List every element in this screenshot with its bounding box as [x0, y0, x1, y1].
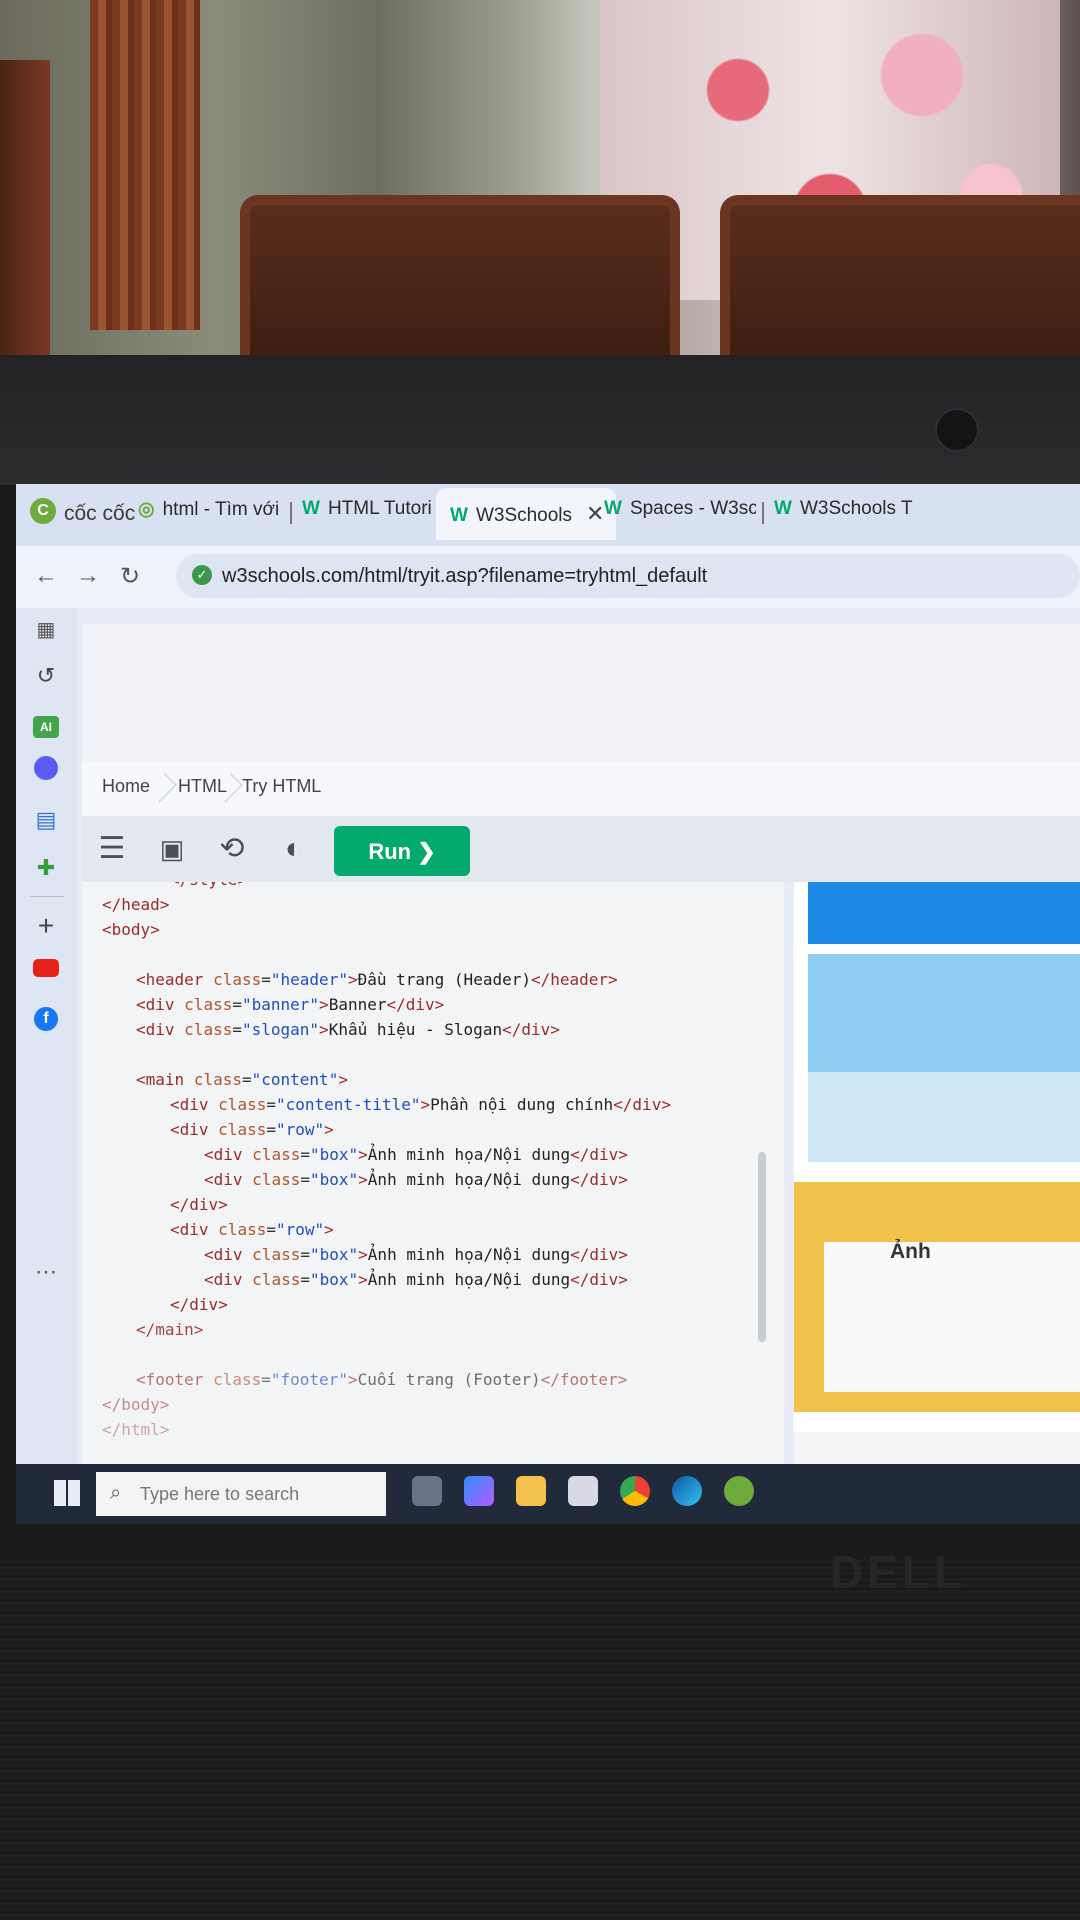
copilot-icon[interactable] — [464, 1476, 494, 1506]
search-icon: ⌕ — [110, 1482, 122, 1504]
chevron-right-icon — [147, 773, 177, 803]
ai-icon[interactable]: AI — [30, 708, 62, 740]
preview-header — [808, 882, 1080, 944]
add-icon[interactable]: + — [30, 910, 62, 942]
code-line[interactable]: <div class="box">Ảnh minh họa/Nội dung</… — [204, 1245, 628, 1264]
reload-icon[interactable]: ↻ — [120, 562, 140, 591]
chrome-icon[interactable] — [620, 1476, 650, 1506]
editor-toolbar: ☰ ▣ ⟲ ◐ Run ❯ — [82, 816, 1080, 882]
code-line[interactable]: </div> — [170, 1195, 228, 1214]
url-text[interactable]: w3schools.com/html/tryit.asp?filename=tr… — [222, 565, 707, 588]
tab-bar: C cốc cốc ◎html - Tìm với Cốc WHTML Tuto… — [16, 484, 1080, 546]
taskbar-search[interactable]: ⌕ Type here to search — [96, 1472, 386, 1516]
w3schools-page: Home HTML Try HTML ☰ ▣ ⟲ ◐ Run ❯ </style… — [78, 608, 1080, 1524]
w3schools-icon: W — [774, 498, 792, 519]
address-bar[interactable]: ✓ w3schools.com/html/tryit.asp?filename=… — [176, 554, 1080, 598]
code-line[interactable]: <body> — [102, 920, 160, 939]
task-view-icon[interactable] — [412, 1476, 442, 1506]
code-line[interactable]: <div class="row"> — [170, 1120, 334, 1139]
run-button[interactable]: Run ❯ — [334, 826, 470, 876]
code-line[interactable]: </body> — [102, 1395, 169, 1414]
laptop-bezel — [0, 355, 1080, 485]
tab-w3schools-t[interactable]: W W3Schools T — [774, 498, 1080, 530]
background-curtain — [0, 60, 50, 360]
laptop-keyboard — [0, 1560, 1080, 1920]
preview-box-text: Ảnh — [890, 1240, 931, 1263]
breadcrumb-home[interactable]: Home — [102, 776, 150, 797]
file-explorer-icon[interactable] — [516, 1476, 546, 1506]
code-line[interactable]: <div class="box">Ảnh minh họa/Nội dung</… — [204, 1145, 628, 1164]
code-line[interactable]: <div class="banner">Banner</div> — [136, 995, 444, 1014]
code-line[interactable]: <div class="row"> — [170, 1220, 334, 1239]
sidebar-divider — [30, 896, 64, 897]
code-line[interactable]: <main class="content"> — [136, 1070, 348, 1089]
w3schools-icon: W — [450, 505, 468, 526]
forward-arrow-icon[interactable]: → — [76, 562, 100, 590]
more-icon[interactable]: ⋯ — [30, 1256, 62, 1288]
store-icon[interactable] — [568, 1476, 598, 1506]
background-chair — [240, 195, 680, 375]
taskbar-search-placeholder: Type here to search — [140, 1484, 300, 1504]
preview-box — [824, 1242, 1080, 1392]
back-arrow-icon[interactable]: ← — [34, 562, 58, 590]
history-icon[interactable]: ↺ — [30, 660, 62, 692]
facebook-icon[interactable]: f — [30, 1000, 62, 1032]
coccoc-icon[interactable] — [724, 1476, 754, 1506]
breadcrumb: Home HTML Try HTML — [82, 762, 1080, 816]
theme-icon[interactable]: ◐ — [274, 830, 314, 868]
ad-area — [82, 624, 1080, 762]
code-line[interactable]: <div class="slogan">Khẩu hiệu - Slogan</… — [136, 1020, 560, 1039]
breadcrumb-try-html: Try HTML — [242, 776, 322, 796]
tab-spaces[interactable]: WSpaces - W3schools — [604, 498, 756, 530]
coccoc-logo-icon[interactable]: C — [30, 498, 56, 524]
tab-search[interactable]: ◎html - Tìm với Cốc — [138, 498, 278, 530]
preview-banner — [808, 954, 1080, 1072]
tab-separator — [762, 502, 764, 524]
save-icon[interactable]: ▣ — [152, 830, 192, 868]
browser-toolbar: ← → ↻ ✓ w3schools.com/html/tryit.asp?fil… — [16, 546, 1080, 608]
messenger-icon[interactable] — [30, 756, 62, 788]
w3schools-icon: W — [302, 498, 320, 519]
webcam — [935, 408, 979, 452]
rotate-icon[interactable]: ⟲ — [212, 830, 252, 868]
background-curtain — [90, 0, 200, 330]
code-line[interactable]: <div class="box">Ảnh minh họa/Nội dung</… — [204, 1170, 628, 1189]
apps-icon[interactable]: ▦ — [30, 614, 62, 646]
close-icon[interactable]: ✕ — [586, 501, 604, 526]
taskbar: ⌕ Type here to search — [16, 1464, 1080, 1524]
tab-html-tutorial[interactable]: WHTML Tutorial — [302, 498, 432, 530]
editor-scrollbar[interactable] — [758, 1152, 766, 1342]
code-line[interactable]: </div> — [170, 1295, 228, 1314]
browser-sidebar: ▦ ↺ AI ▤ ✚ + f ⋯ — [16, 608, 78, 1524]
result-preview: Ảnh — [794, 882, 1080, 1524]
code-line[interactable]: </style> — [170, 882, 247, 889]
preview-main: Ảnh — [794, 1182, 1080, 1412]
code-line[interactable]: <header class="header">Đầu trang (Header… — [136, 970, 618, 989]
menu-icon[interactable]: ☰ — [92, 830, 132, 868]
search-icon: ◎ — [138, 499, 155, 520]
screen: C cốc cốc ◎html - Tìm với Cốc WHTML Tuto… — [16, 484, 1080, 1524]
code-line[interactable]: <footer class="footer">Cuối trang (Foote… — [136, 1370, 627, 1389]
code-line[interactable]: </html> — [102, 1420, 169, 1439]
windows-start-icon[interactable] — [54, 1480, 80, 1506]
secure-check-icon: ✓ — [192, 565, 212, 585]
code-line[interactable]: </main> — [136, 1320, 203, 1339]
tab-w3schools-active[interactable]: W W3Schools ✕ — [436, 488, 616, 540]
code-line[interactable]: <div class="content-title">Phần nội dung… — [170, 1095, 671, 1114]
code-editor[interactable]: </style></head> <body> <header class="head… — [82, 882, 784, 1524]
device-brand: DELL — [830, 1546, 967, 1598]
youtube-icon[interactable] — [30, 954, 62, 986]
game-icon[interactable]: ✚ — [30, 852, 62, 884]
code-line[interactable]: <div class="box">Ảnh minh họa/Nội dung</… — [204, 1270, 628, 1289]
edge-icon[interactable] — [672, 1476, 702, 1506]
code-line[interactable]: </head> — [102, 895, 169, 914]
background-chair — [720, 195, 1080, 375]
tab-separator — [290, 502, 292, 524]
preview-slogan — [808, 1072, 1080, 1162]
w3schools-icon: W — [604, 498, 622, 519]
browser-name: cốc cốc — [64, 502, 136, 525]
notes-icon[interactable]: ▤ — [30, 804, 62, 836]
